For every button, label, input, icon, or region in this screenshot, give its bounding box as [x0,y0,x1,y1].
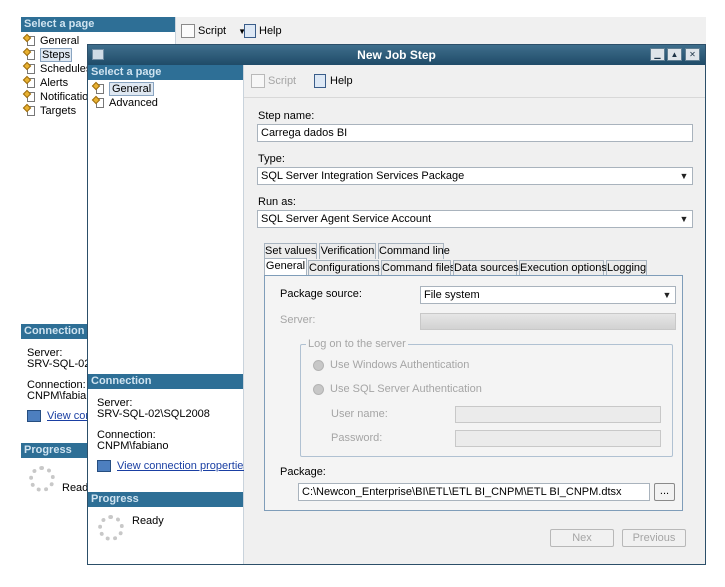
page-icon [22,103,36,117]
browse-button[interactable]: ... [654,483,675,501]
page-icon [22,47,36,61]
page-advanced[interactable]: Advanced [91,95,158,110]
connection-header: Connection [88,374,243,389]
tab-command-files[interactable]: Command files [381,260,455,276]
tab-configurations[interactable]: Configurations [308,260,380,276]
help-icon [314,74,326,88]
type-label: Type: [258,153,285,165]
radio-icon [313,383,324,395]
run-as-select[interactable]: SQL Server Agent Service Account ▼ [257,210,693,228]
page-icon [91,81,105,95]
server-value: SRV-SQL-02\SQL2008 [97,408,210,420]
page-icon [22,89,36,103]
page-general[interactable]: General [91,81,158,96]
bg-help-button[interactable]: Help [244,24,282,38]
help-icon [244,24,256,38]
password-input[interactable] [455,430,661,447]
dialog-title: New Job Step [357,48,436,62]
page-list: General Advanced [91,81,158,110]
progress-status: Ready [132,515,164,527]
windows-auth-radio[interactable]: Use Windows Authentication [313,359,469,371]
dialog-content: Script Help Step name: Carrega dados BI … [244,65,705,564]
script-icon [251,74,265,88]
tab-execution-options[interactable]: Execution options [519,260,607,276]
tab-logging[interactable]: Logging [606,260,647,276]
bg-select-page-header: Select a page [21,17,175,32]
package-path-input[interactable]: C:\Newcon_Enterprise\BI\ETL\ETL BI_CNPM\… [298,483,650,501]
previous-button[interactable]: Previous [622,529,686,547]
logon-group: Log on to the server Use Windows Authent… [300,338,673,457]
view-connection-properties-link[interactable]: View connection properties [97,460,249,472]
script-button[interactable]: Script [251,74,296,88]
maximize-button[interactable]: ▲ [667,48,682,61]
connection-properties-icon [97,460,111,472]
chevron-down-icon[interactable]: ▼ [659,287,675,303]
new-job-step-dialog: New Job Step ▁ ▲ ✕ Select a page General… [87,44,706,565]
step-name-label: Step name: [258,110,315,122]
progress-spinner-icon [98,515,124,541]
tab-verification[interactable]: Verification [319,243,376,259]
chevron-down-icon[interactable]: ▼ [676,168,692,184]
chevron-down-icon[interactable]: ▼ [676,211,692,227]
package-source-select[interactable]: File system ▼ [420,286,676,304]
run-as-label: Run as: [258,196,296,208]
page-icon [22,61,36,75]
dialog-title-bar: New Job Step ▁ ▲ ✕ [88,45,705,65]
password-label: Password: [331,432,383,444]
bg-progress-spinner-icon [29,466,55,492]
tab-command-line[interactable]: Command line [378,243,450,259]
package-label: Package: [280,466,326,478]
radio-icon [313,359,324,371]
package-source-label: Package source: [280,288,362,300]
script-icon [181,24,195,38]
bg-script-button[interactable]: Script ▼ [181,24,246,38]
connection-value: CNPM\fabiano [97,440,169,452]
tab-panel-general: Package source: File system ▼ Server: Lo… [264,275,683,511]
tab-set-values[interactable]: Set values [264,243,317,259]
connection-properties-icon [27,410,41,422]
toolbar-divider [244,97,705,98]
tab-general[interactable]: General [264,258,307,276]
select-page-header: Select a page [88,65,243,80]
username-label: User name: [331,408,388,420]
bg-toolbar: Script ▼ Help [176,17,706,45]
minimize-button[interactable]: ▁ [650,48,665,61]
page-icon [91,95,105,109]
logon-legend: Log on to the server [306,338,408,350]
next-button[interactable]: Nex [550,529,614,547]
username-input[interactable] [455,406,661,423]
close-button[interactable]: ✕ [685,48,700,61]
help-button[interactable]: Help [314,74,353,88]
type-select[interactable]: SQL Server Integration Services Package … [257,167,693,185]
page-icon [22,33,36,47]
step-name-input[interactable]: Carrega dados BI [257,124,693,142]
tab-data-sources[interactable]: Data sources [453,260,519,276]
sql-auth-radio[interactable]: Use SQL Server Authentication [313,383,482,395]
page-icon [22,75,36,89]
dialog-left-pane: Select a page General Advanced Connectio… [88,65,249,564]
server-field-disabled[interactable] [420,313,676,330]
server-field-label: Server: [280,314,316,326]
progress-header: Progress [88,492,243,507]
